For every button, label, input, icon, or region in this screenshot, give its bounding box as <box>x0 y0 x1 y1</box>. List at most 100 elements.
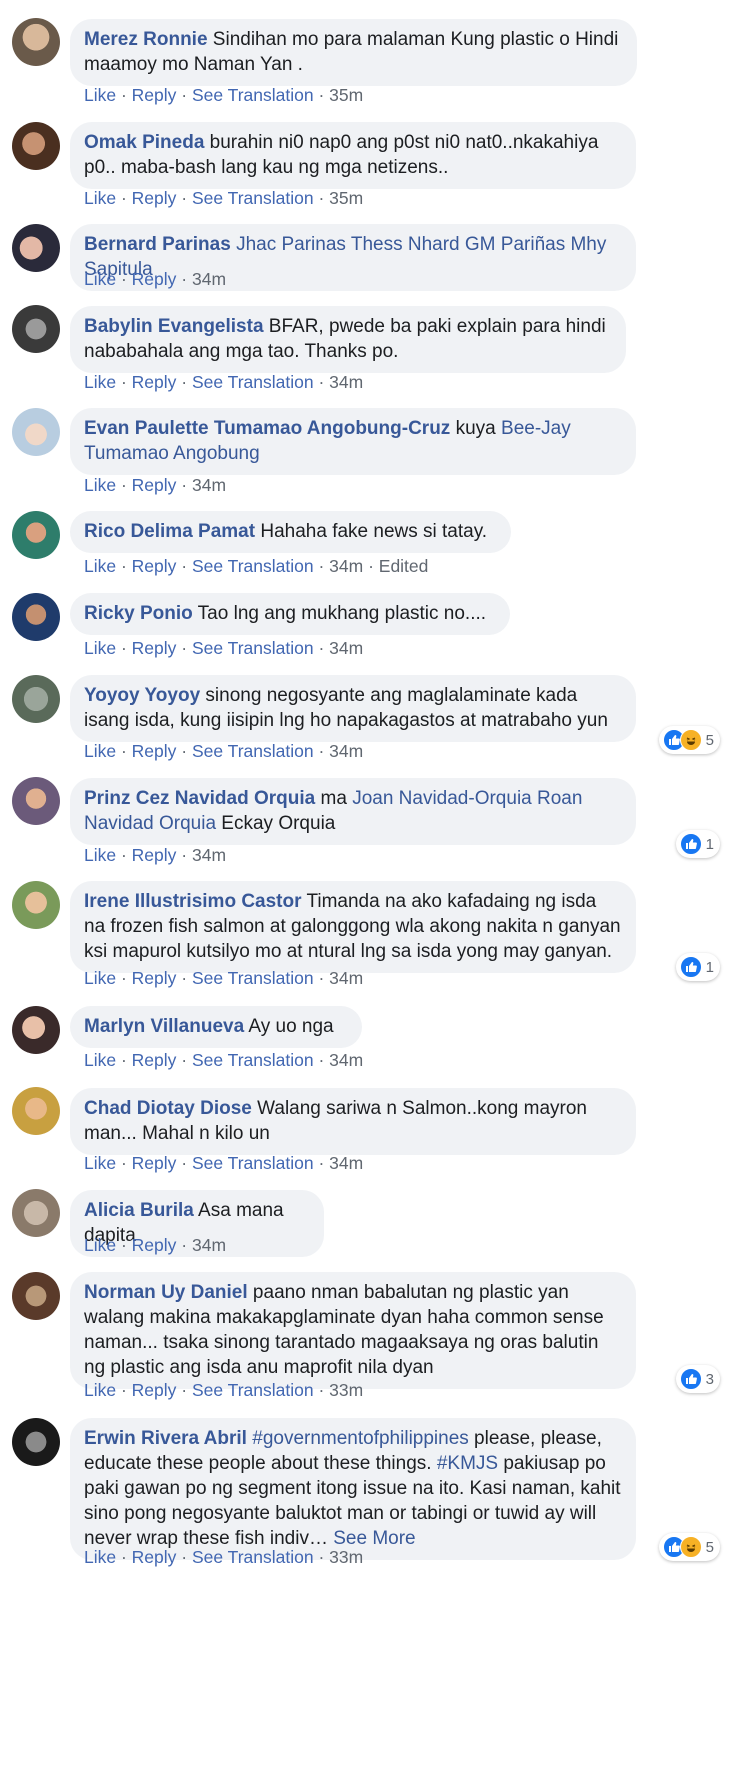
like-link[interactable]: Like <box>84 85 116 105</box>
reply-link[interactable]: Reply <box>132 1235 177 1255</box>
author-name[interactable]: Evan Paulette Tumamao Angobung-Cruz <box>84 418 450 439</box>
author-name[interactable]: Yoyoy Yoyoy <box>84 685 200 706</box>
timestamp[interactable]: 34m <box>329 638 363 658</box>
like-link[interactable]: Like <box>84 638 116 658</box>
reply-link[interactable]: Reply <box>132 1153 177 1173</box>
timestamp[interactable]: 34m <box>192 475 226 495</box>
avatar[interactable] <box>12 675 60 723</box>
timestamp[interactable]: 34m <box>329 741 363 761</box>
reply-link[interactable]: Reply <box>132 638 177 658</box>
timestamp[interactable]: 33m <box>329 1380 363 1400</box>
like-link[interactable]: Like <box>84 741 116 761</box>
like-link[interactable]: Like <box>84 1235 116 1255</box>
like-link[interactable]: Like <box>84 1547 116 1567</box>
avatar[interactable] <box>12 305 60 353</box>
reaction-summary[interactable]: 1 <box>675 830 720 858</box>
reply-link[interactable]: Reply <box>132 1050 177 1070</box>
like-link[interactable]: Like <box>84 968 116 988</box>
hashtag-link[interactable]: #governmentofphilippines <box>247 1428 469 1449</box>
reaction-summary[interactable]: 5 <box>658 726 720 754</box>
timestamp[interactable]: 34m <box>329 372 363 392</box>
like-link[interactable]: Like <box>84 845 116 865</box>
see-translation-link[interactable]: See Translation <box>192 1380 314 1400</box>
see-translation-link[interactable]: See Translation <box>192 85 314 105</box>
like-link[interactable]: Like <box>84 269 116 289</box>
author-name[interactable]: Merez Ronnie <box>84 29 208 50</box>
see-translation-link[interactable]: See Translation <box>192 968 314 988</box>
author-name[interactable]: Erwin Rivera Abril <box>84 1428 247 1449</box>
comment-bubble: Yoyoy Yoyoy sinong negosyante ang maglal… <box>70 675 636 742</box>
reaction-summary[interactable]: 5 <box>658 1533 720 1561</box>
author-name[interactable]: Prinz Cez Navidad Orquia <box>84 788 315 809</box>
like-link[interactable]: Like <box>84 372 116 392</box>
like-link[interactable]: Like <box>84 475 116 495</box>
comment-actions: Like · Reply · See Translation · 35m <box>84 85 364 105</box>
avatar[interactable] <box>12 1189 60 1237</box>
reply-link[interactable]: Reply <box>132 85 177 105</box>
comment-bubble: Erwin Rivera Abril #governmentofphilippi… <box>70 1418 636 1560</box>
reply-link[interactable]: Reply <box>132 475 177 495</box>
reply-link[interactable]: Reply <box>132 1380 177 1400</box>
timestamp[interactable]: 35m <box>329 85 363 105</box>
see-translation-link[interactable]: See Translation <box>192 638 314 658</box>
author-name[interactable]: Norman Uy Daniel <box>84 1282 248 1303</box>
avatar[interactable] <box>12 1418 60 1466</box>
timestamp[interactable]: 34m <box>329 1050 363 1070</box>
reply-link[interactable]: Reply <box>132 1547 177 1567</box>
avatar[interactable] <box>12 1272 60 1320</box>
avatar[interactable] <box>12 593 60 641</box>
author-name[interactable]: Bernard Parinas <box>84 234 231 255</box>
avatar[interactable] <box>12 1006 60 1054</box>
reply-link[interactable]: Reply <box>132 372 177 392</box>
reaction-summary[interactable]: 1 <box>675 953 720 981</box>
author-name[interactable]: Marlyn Villanueva <box>84 1016 244 1037</box>
timestamp[interactable]: 34m <box>329 968 363 988</box>
like-link[interactable]: Like <box>84 188 116 208</box>
like-link[interactable]: Like <box>84 1153 116 1173</box>
avatar[interactable] <box>12 511 60 559</box>
timestamp[interactable]: 34m <box>329 556 363 576</box>
see-translation-link[interactable]: See Translation <box>192 741 314 761</box>
like-link[interactable]: Like <box>84 1380 116 1400</box>
avatar[interactable] <box>12 1087 60 1135</box>
see-translation-link[interactable]: See Translation <box>192 1050 314 1070</box>
reply-link[interactable]: Reply <box>132 741 177 761</box>
avatar[interactable] <box>12 408 60 456</box>
timestamp[interactable]: 34m <box>192 1235 226 1255</box>
author-name[interactable]: Babylin Evangelista <box>84 316 264 337</box>
timestamp[interactable]: 35m <box>329 188 363 208</box>
avatar[interactable] <box>12 122 60 170</box>
edited-label[interactable]: Edited <box>379 556 429 576</box>
author-name[interactable]: Chad Diotay Diose <box>84 1098 252 1119</box>
author-name[interactable]: Ricky Ponio <box>84 603 193 624</box>
reply-link[interactable]: Reply <box>132 556 177 576</box>
timestamp[interactable]: 33m <box>329 1547 363 1567</box>
like-link[interactable]: Like <box>84 1050 116 1070</box>
timestamp[interactable]: 34m <box>192 269 226 289</box>
reply-link[interactable]: Reply <box>132 968 177 988</box>
see-translation-link[interactable]: See Translation <box>192 556 314 576</box>
author-name[interactable]: Omak Pineda <box>84 132 204 153</box>
see-translation-link[interactable]: See Translation <box>192 1547 314 1567</box>
comment-bubble: Evan Paulette Tumamao Angobung-Cruz kuya… <box>70 408 636 475</box>
like-link[interactable]: Like <box>84 556 116 576</box>
reply-link[interactable]: Reply <box>132 188 177 208</box>
timestamp[interactable]: 34m <box>329 1153 363 1173</box>
avatar[interactable] <box>12 881 60 929</box>
timestamp[interactable]: 34m <box>192 845 226 865</box>
author-name[interactable]: Alicia Burila <box>84 1200 194 1221</box>
avatar[interactable] <box>12 18 60 66</box>
author-name[interactable]: Rico Delima Pamat <box>84 521 255 542</box>
author-name[interactable]: Irene Illustrisimo Castor <box>84 891 302 912</box>
reaction-summary[interactable]: 3 <box>675 1365 720 1393</box>
see-translation-link[interactable]: See Translation <box>192 372 314 392</box>
see-translation-link[interactable]: See Translation <box>192 1153 314 1173</box>
reply-link[interactable]: Reply <box>132 269 177 289</box>
avatar[interactable] <box>12 224 60 272</box>
avatar[interactable] <box>12 777 60 825</box>
see-translation-link[interactable]: See Translation <box>192 188 314 208</box>
reply-link[interactable]: Reply <box>132 845 177 865</box>
hashtag-link[interactable]: #KMJS <box>437 1453 498 1474</box>
see-more-link[interactable]: See More <box>333 1528 415 1549</box>
comment-actions: Like · Reply · 34m <box>84 269 227 289</box>
